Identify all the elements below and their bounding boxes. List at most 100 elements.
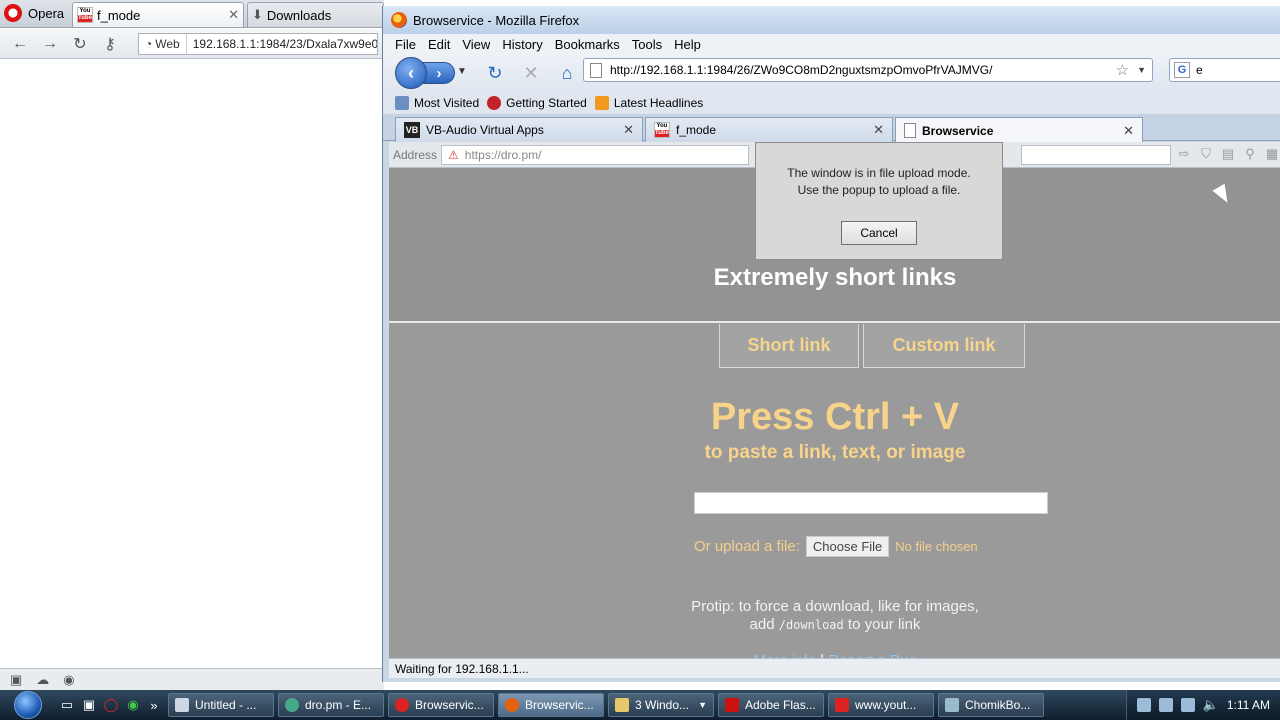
tab-short-link[interactable]: Short link <box>719 324 859 368</box>
chomikbox-icon <box>945 698 959 712</box>
bookmark-latest-headlines[interactable]: Latest Headlines <box>594 96 703 110</box>
opera-menu-button[interactable]: Opera <box>0 0 70 26</box>
choose-file-button[interactable]: Choose File <box>805 536 890 557</box>
task-browservice-opera[interactable]: Browservic... <box>388 693 494 717</box>
opera-tab-f-mode[interactable]: You Tube f_mode ✕ <box>72 2 244 27</box>
tray-app-icon[interactable] <box>1158 698 1173 712</box>
find-icon[interactable]: ⚲ <box>1241 146 1259 164</box>
tab-f-mode[interactable]: You Tube f_mode ✕ <box>645 117 893 142</box>
go-arrow-icon[interactable]: ⇨ <box>1175 146 1193 164</box>
google-icon[interactable]: G <box>1174 62 1190 78</box>
opera-icon <box>395 698 409 712</box>
firefox-logo-icon <box>391 12 407 28</box>
protip-code: /download <box>778 618 844 632</box>
search-input[interactable]: G e <box>1169 58 1280 82</box>
firefox-url-bar[interactable]: http://192.168.1.1:1984/26/ZWo9CO8mD2ngu… <box>583 58 1153 82</box>
panel-toggle-icon[interactable]: ▣ <box>10 672 22 688</box>
forward-button[interactable]: › <box>423 62 455 84</box>
web-badge[interactable]: ◔ Web <box>139 33 187 54</box>
browservice-find-field[interactable] <box>1021 144 1171 165</box>
bookmark-most-visited[interactable]: Most Visited <box>395 96 479 110</box>
save-icon[interactable]: ▦ <box>1263 146 1280 164</box>
close-icon[interactable]: ✕ <box>228 7 239 23</box>
page-title: Extremely short links <box>713 264 957 291</box>
paste-input[interactable] <box>694 492 1048 514</box>
task-browservice-firefox[interactable]: Browservic... <box>498 693 604 717</box>
url-dropdown-icon[interactable]: ▼ <box>1137 65 1146 75</box>
flash-icon <box>725 698 739 712</box>
tab-vb-audio[interactable]: VB VB-Audio Virtual Apps ✕ <box>395 117 643 142</box>
stop-button[interactable]: ✕ <box>513 57 549 89</box>
bookmark-star-icon[interactable]: ☆ <box>1116 61 1129 79</box>
reload-button[interactable]: ↻ <box>477 57 513 89</box>
tray-app-icon[interactable] <box>1136 698 1151 712</box>
opera-status-bar: ▣ ☁ ◉ <box>0 668 384 690</box>
dialog-message: The window is in file upload mode. Use t… <box>787 166 971 197</box>
close-icon[interactable]: ✕ <box>623 122 634 138</box>
menu-bookmarks[interactable]: Bookmarks <box>555 37 620 52</box>
cancel-button[interactable]: Cancel <box>841 221 917 245</box>
forward-button[interactable]: → <box>38 33 62 55</box>
bookmark-icon[interactable]: ⛉ <box>1197 146 1215 164</box>
reload-button[interactable]: ↻ <box>68 33 92 55</box>
switch-windows-icon[interactable]: ▣ <box>78 695 100 715</box>
opera-logo-icon <box>4 4 22 22</box>
bookmark-getting-started[interactable]: Getting Started <box>487 96 587 110</box>
youtube-icon: You Tube <box>77 7 93 23</box>
browservice-address-field[interactable]: ⚠ https://dro.pm/ <box>441 144 750 165</box>
show-desktop-icon[interactable]: ▭ <box>56 695 78 715</box>
key-icon[interactable]: ⚷ <box>98 33 122 55</box>
tab-custom-link[interactable]: Custom link <box>863 324 1025 368</box>
status-text: Waiting for 192.168.1.1... <box>395 661 529 676</box>
opera-tab-downloads[interactable]: ⬇ Downloads <box>247 2 384 27</box>
speed-dial-icon[interactable]: ◉ <box>63 672 74 688</box>
system-tray: 🔈 1:11 AM <box>1125 690 1280 720</box>
chrome-icon <box>285 698 299 712</box>
back-button[interactable]: ‹ <box>395 57 427 89</box>
clipboard-icon[interactable]: ▤ <box>1219 146 1237 164</box>
opera-quicklaunch-icon[interactable]: ◯ <box>100 695 122 715</box>
paste-headline: Press Ctrl + V <box>710 396 960 438</box>
upload-label: Or upload a file: <box>694 538 800 555</box>
home-button[interactable]: ⌂ <box>549 57 585 89</box>
vb-audio-icon: VB <box>404 122 420 138</box>
close-icon[interactable]: ✕ <box>1123 123 1134 139</box>
menu-file[interactable]: File <box>395 37 416 52</box>
back-button[interactable]: ← <box>8 33 32 55</box>
menu-view[interactable]: View <box>462 37 490 52</box>
windows-orb-icon <box>14 691 42 719</box>
task-adobe-flash[interactable]: Adobe Flas... <box>718 693 824 717</box>
chrome-quicklaunch-icon[interactable]: ◉ <box>122 695 144 715</box>
firefox-tab-bar: VB VB-Audio Virtual Apps ✕ You Tube f_mod… <box>383 114 1280 143</box>
volume-icon[interactable]: 🔈 <box>1203 697 1219 713</box>
firefox-menu-bar: File Edit View History Bookmarks Tools H… <box>383 34 1280 54</box>
task-youtube[interactable]: www.yout... <box>828 693 934 717</box>
tab-browservice[interactable]: Browservice ✕ <box>895 117 1143 143</box>
menu-help[interactable]: Help <box>674 37 701 52</box>
firefox-status-bar: Waiting for 192.168.1.1... <box>389 658 1280 678</box>
opera-address-bar[interactable]: ◔ Web 192.168.1.1:1984/23/Dxala7xw9e0 <box>138 32 378 55</box>
globe-icon: ◔ <box>145 36 153 51</box>
history-dropdown-icon[interactable]: ▼ <box>457 66 467 77</box>
task-dro-pm[interactable]: dro.pm - E... <box>278 693 384 717</box>
clock[interactable]: 1:11 AM <box>1227 698 1270 712</box>
download-icon: ⬇ <box>252 7 263 22</box>
menu-tools[interactable]: Tools <box>632 37 662 52</box>
youtube-icon: You Tube <box>654 122 670 138</box>
paste-subtitle: to paste a link, text, or image <box>704 442 966 463</box>
task-untitled[interactable]: Untitled - ... <box>168 693 274 717</box>
task-windows-explorer[interactable]: 3 Windo... ▼ <box>608 693 714 717</box>
youtube-icon <box>835 698 849 712</box>
cloud-icon[interactable]: ☁ <box>36 672 49 688</box>
menu-history[interactable]: History <box>502 37 542 52</box>
upload-mode-dialog: The window is in file upload mode. Use t… <box>755 142 1003 260</box>
firefox-icon <box>505 698 519 712</box>
network-icon[interactable] <box>1180 698 1195 712</box>
start-button[interactable] <box>0 690 56 720</box>
task-chomikbox[interactable]: ChomikBo... <box>938 693 1044 717</box>
menu-edit[interactable]: Edit <box>428 37 450 52</box>
quicklaunch-overflow-icon[interactable]: » <box>144 695 164 715</box>
close-icon[interactable]: ✕ <box>873 122 884 138</box>
page-icon <box>590 62 602 78</box>
group-dropdown-icon[interactable]: ▼ <box>698 700 707 710</box>
